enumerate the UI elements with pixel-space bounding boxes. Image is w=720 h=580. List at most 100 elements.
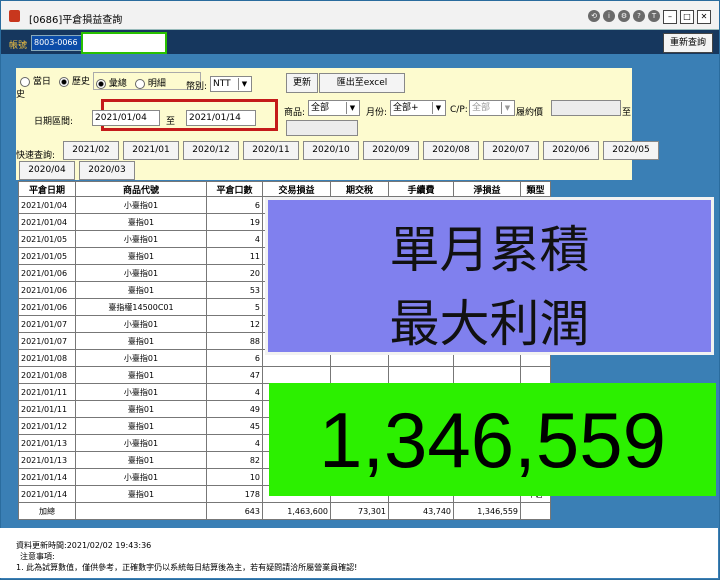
- product-value: 全部: [311, 103, 330, 113]
- strike-from-input[interactable]: [551, 100, 621, 116]
- cp-select[interactable]: 全部 ▼: [469, 100, 515, 116]
- cell-qty: 6: [206, 196, 263, 214]
- cell-qty: 47: [206, 366, 263, 384]
- cell-date: 2021/01/08: [18, 366, 76, 384]
- col-header-close-date[interactable]: 平倉日期: [18, 181, 76, 197]
- cell-qty: 4: [206, 383, 263, 401]
- quick-month-button[interactable]: 2020/08: [423, 141, 479, 160]
- chevron-down-icon: ▼: [346, 102, 358, 114]
- cell-product: 臺指01: [75, 213, 207, 231]
- cell-qty: 45: [206, 417, 263, 435]
- total-row: 加總 643 1,463,600 73,301 43,740 1,346,559: [18, 502, 551, 520]
- cell-date: 2021/01/08: [18, 349, 76, 367]
- cell-qty: 49: [206, 400, 263, 418]
- total-label: 加總: [18, 502, 76, 520]
- cp-label: C/P:: [450, 105, 468, 115]
- quick-month-button[interactable]: 2020/05: [603, 141, 659, 160]
- quick-month-button[interactable]: 2020/03: [79, 161, 135, 180]
- cell-net: [453, 366, 521, 384]
- cell-date: 2021/01/12: [18, 417, 76, 435]
- mode-history-label: 歷史: [71, 77, 90, 87]
- mode-today-radio[interactable]: 當日: [20, 74, 51, 87]
- overlay-line-1: 單月累積: [389, 221, 590, 279]
- cell-qty: 5: [206, 298, 263, 316]
- cell-date: 2021/01/04: [18, 213, 76, 231]
- refresh-button[interactable]: 更新: [286, 73, 318, 93]
- detail-label: 明細: [147, 79, 166, 89]
- export-excel-button[interactable]: 匯出至excel: [319, 73, 405, 93]
- mode-history-radio[interactable]: 歷史: [59, 74, 90, 87]
- help-icon[interactable]: ?: [633, 10, 645, 22]
- month-select[interactable]: 全部+ ▼: [390, 100, 446, 116]
- currency-value: NTT: [213, 79, 231, 89]
- cell-date: 2021/01/07: [18, 332, 76, 350]
- info-icon[interactable]: i: [603, 10, 615, 22]
- settings-icon[interactable]: ⚙: [618, 10, 630, 22]
- cell-qty: 11: [206, 247, 263, 265]
- quick-month-button[interactable]: 2020/10: [303, 141, 359, 160]
- radio-selected-icon: [59, 76, 69, 87]
- table-row[interactable]: 2021/01/08 臺指01 47: [18, 366, 551, 384]
- radio-selected-icon: [96, 78, 106, 89]
- cell-date: 2021/01/14: [18, 468, 76, 486]
- quick-month-button[interactable]: 2020/09: [363, 141, 419, 160]
- cell-product: 臺指權14500C01: [75, 298, 207, 316]
- account-bar: 帳號 8003-0066 重新查詢: [1, 30, 719, 54]
- product-detail-field[interactable]: [286, 120, 358, 136]
- cell-product: 小臺指01: [75, 264, 207, 282]
- month-value: 全部+: [393, 103, 419, 113]
- product-select[interactable]: 全部 ▼: [308, 100, 360, 116]
- cell-date: 2021/01/13: [18, 451, 76, 469]
- cell-date: 2021/01/13: [18, 434, 76, 452]
- col-header-net-pnl[interactable]: 淨損益: [453, 181, 521, 197]
- mode-today-label: 當日: [32, 77, 51, 87]
- col-header-type[interactable]: 類型: [520, 181, 551, 197]
- account-select[interactable]: 8003-0066: [31, 35, 83, 51]
- total-fee: 43,740: [388, 502, 454, 520]
- chevron-down-icon: ▼: [238, 78, 250, 90]
- quick-month-button[interactable]: 2020/12: [183, 141, 239, 160]
- quick-month-button[interactable]: 2020/07: [483, 141, 539, 160]
- note-1: 1. 此為試算數值，僅供參考，正確數字仍以系統每日結算後為主，若有疑問請洽所屬營…: [16, 563, 358, 572]
- date-from-input[interactable]: 2021/01/04: [92, 110, 160, 126]
- cell-date: 2021/01/06: [18, 264, 76, 282]
- chevron-down-icon: ▼: [501, 102, 513, 114]
- summary-radio[interactable]: 彙總: [96, 76, 127, 89]
- quick-month-button[interactable]: 2020/04: [19, 161, 75, 180]
- col-header-trade-pnl[interactable]: 交易損益: [262, 181, 331, 197]
- overlay-profit-box: 1,346,559: [269, 383, 716, 496]
- cell-qty: 20: [206, 264, 263, 282]
- col-header-qty[interactable]: 平倉口數: [206, 181, 263, 197]
- cell-date: 2021/01/05: [18, 230, 76, 248]
- reload-button[interactable]: 重新查詢: [662, 33, 713, 53]
- quick-month-button[interactable]: 2021/02: [63, 141, 119, 160]
- cell-qty: 53: [206, 281, 263, 299]
- cell-date: 2021/01/11: [18, 383, 76, 401]
- account-name-field[interactable]: [81, 32, 167, 54]
- col-header-tax[interactable]: 期交稅: [330, 181, 389, 197]
- date-to-separator: 至: [166, 117, 176, 127]
- app-icon: [9, 10, 20, 22]
- cell-qty: 82: [206, 451, 263, 469]
- quick-month-button[interactable]: 2020/11: [243, 141, 299, 160]
- col-header-fee[interactable]: 手續費: [388, 181, 454, 197]
- link-icon[interactable]: ⟲: [588, 10, 600, 22]
- close-button[interactable]: ✕: [697, 10, 711, 24]
- cell-product: 臺指01: [75, 247, 207, 265]
- detail-radio[interactable]: 明細: [135, 76, 166, 89]
- quick-month-button[interactable]: 2020/06: [543, 141, 599, 160]
- cell-tax: [330, 366, 389, 384]
- date-to-input[interactable]: 2021/01/14: [186, 110, 256, 126]
- overlay-line-2: 最大利潤: [389, 295, 590, 353]
- strike-to-label: 至: [622, 108, 632, 118]
- maximize-button[interactable]: □: [680, 10, 694, 24]
- pin-icon[interactable]: T: [648, 10, 660, 22]
- window-title: [0686]平倉損益查詢: [29, 15, 123, 26]
- quick-month-button[interactable]: 2021/01: [123, 141, 179, 160]
- cell-product: 小臺指01: [75, 434, 207, 452]
- cell-product: 小臺指01: [75, 349, 207, 367]
- minimize-button[interactable]: –: [663, 10, 677, 24]
- currency-select[interactable]: NTT ▼: [210, 76, 252, 92]
- col-header-product[interactable]: 商品代號: [75, 181, 207, 197]
- product-label: 商品:: [284, 108, 306, 118]
